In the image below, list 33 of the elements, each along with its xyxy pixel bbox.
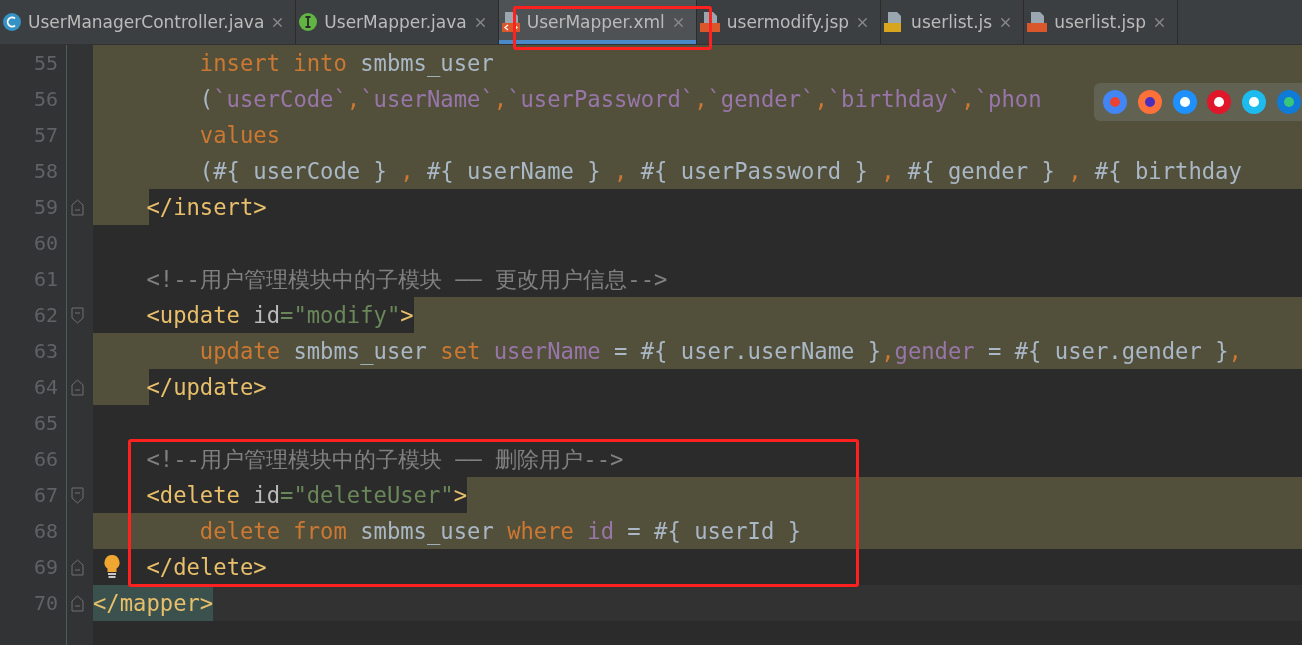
browser-icon[interactable] xyxy=(1171,89,1198,115)
browser-icon[interactable] xyxy=(1136,89,1163,115)
code-line: update smbms_user set userName = #{ user.userName },gender = #{ user.gender }, xyxy=(198,337,1242,367)
code-line: <!--用户管理模块中的子模块 —— 删除用户--> xyxy=(145,445,624,474)
code-line: (`userCode`,`userName`,`userPassword`,`gender`,`birthday`,`phon xyxy=(198,85,1042,114)
fold-marker-icon[interactable] xyxy=(71,378,84,396)
editor-tab[interactable]: UserManagerController.java xyxy=(0,0,297,44)
code-line: </update> xyxy=(145,373,267,402)
editor-tab[interactable]: UserMapper.java xyxy=(296,0,499,44)
code-line: delete from smbms_user where id = #{ userId } xyxy=(198,517,801,547)
code-line: </delete> xyxy=(146,553,267,582)
browser-icon[interactable] xyxy=(1241,89,1268,115)
fold-marker-icon[interactable] xyxy=(71,486,84,504)
browser-icon[interactable] xyxy=(1206,89,1233,115)
interface-icon xyxy=(298,12,319,32)
code-line: </insert> xyxy=(145,193,267,222)
editor-tab[interactable]: userlist.jsp xyxy=(1024,0,1178,44)
editor-tab[interactable]: userlist.js xyxy=(881,0,1025,44)
xml-file-icon xyxy=(500,11,521,33)
jsp-file-icon xyxy=(1026,11,1049,33)
editor-tab[interactable]: UserMapper.xml xyxy=(498,0,697,44)
code-line: insert into smbms_user xyxy=(198,49,494,79)
fold-marker-icon[interactable] xyxy=(71,198,84,216)
fold-marker-icon[interactable] xyxy=(71,558,84,576)
fold-marker-icon[interactable] xyxy=(71,594,84,612)
fold-marker-icon[interactable] xyxy=(71,306,84,324)
code-line: (#{ userCode } , #{ userName } , #{ userPassword } , #{ gender } , #{ birthday xyxy=(198,157,1242,186)
jsp-file-icon xyxy=(698,11,721,33)
class-icon xyxy=(2,12,22,32)
code-line: <!--用户管理模块中的子模块 —— 更改用户信息--> xyxy=(145,265,668,294)
lightbulb-icon[interactable] xyxy=(103,554,121,580)
browser-icon[interactable] xyxy=(1276,89,1302,115)
code-line: values xyxy=(198,121,280,150)
